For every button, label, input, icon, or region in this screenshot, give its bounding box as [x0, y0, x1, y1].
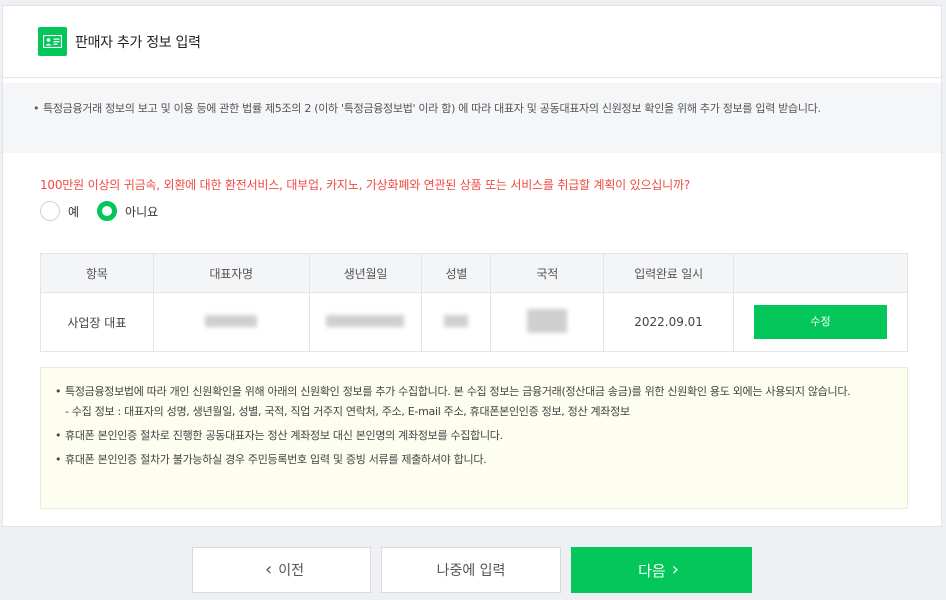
radio-no-label: 아니요: [125, 204, 159, 219]
seller-info-card: 판매자 추가 정보 입력 • 특정금융거래 정보의 보고 및 이용 등에 관한 …: [2, 5, 942, 527]
id-card-icon: [38, 27, 67, 56]
cell-nationality-redacted: [490, 292, 605, 352]
guide-bullet: •: [55, 453, 62, 466]
cell-action: 수정: [733, 292, 908, 352]
guide-box: • 특정금융정보법에 따라 개인 신원확인을 위해 아래의 신원확인 정보를 추…: [40, 367, 908, 509]
radio-yes[interactable]: 예: [40, 201, 79, 221]
next-button[interactable]: 다음 ›: [571, 547, 752, 593]
column-header-nationality: 국적: [490, 253, 605, 293]
guide-item-1-sub: - 수집 정보 : 대표자의 성명, 생년월일, 성별, 국적, 직업 거주지 …: [65, 405, 630, 418]
enter-later-button[interactable]: 나중에 입력: [381, 547, 561, 593]
cell-name-redacted: [152, 292, 310, 352]
cell-birthdate-redacted: [308, 292, 423, 352]
table-header-row: 항목 대표자명 생년월일 성별 국적 입력완료 일시: [40, 253, 908, 293]
column-header-item: 항목: [40, 253, 154, 293]
column-header-name: 대표자명: [152, 253, 310, 293]
guide-item-1: 특정금융정보법에 따라 개인 신원확인을 위해 아래의 신원확인 정보를 추가 …: [65, 385, 851, 398]
notice-text: 특정금융거래 정보의 보고 및 이용 등에 관한 법률 제5조의 2 (이하 '…: [43, 102, 821, 115]
guide-item-2: 휴대폰 본인인증 절차로 진행한 공동대표자는 정산 계좌정보 대신 본인명의 …: [65, 429, 503, 442]
legal-notice: • 특정금융거래 정보의 보고 및 이용 등에 관한 법률 제5조의 2 (이하…: [3, 83, 941, 153]
card-header: 판매자 추가 정보 입력: [3, 6, 941, 78]
business-question: 100만원 이상의 귀금속, 외환에 대한 환전서비스, 대부업, 카지노, 가…: [40, 178, 690, 192]
guide-item-3: 휴대폰 본인인증 절차가 불가능하실 경우 주민등록번호 입력 및 증빙 서류를…: [65, 453, 487, 466]
prev-button-label: 이전: [278, 563, 304, 579]
guide-item: • 휴대폰 본인인증 절차로 진행한 공동대표자는 정산 계좌정보 대신 본인명…: [55, 426, 887, 446]
edit-button[interactable]: 수정: [754, 305, 888, 339]
redacted-nationality: [527, 308, 568, 333]
page-title: 판매자 추가 정보 입력: [75, 34, 201, 51]
column-header-gender: 성별: [421, 253, 492, 293]
next-button-label: 다음: [638, 561, 666, 580]
guide-bullet: •: [55, 385, 62, 398]
radio-yes-label: 예: [68, 204, 80, 219]
question-radio-group: 예 아니요: [40, 201, 176, 221]
chevron-left-icon: ‹: [265, 559, 273, 580]
representative-table: 항목 대표자명 생년월일 성별 국적 입력완료 일시 사업장 대표 2022.0…: [40, 253, 908, 352]
column-header-action: [733, 253, 908, 293]
redacted-gender: [444, 314, 469, 327]
redacted-birthdate: [326, 314, 405, 327]
cell-completed-date: 2022.09.01: [603, 292, 735, 352]
guide-item: • 특정금융정보법에 따라 개인 신원확인을 위해 아래의 신원확인 정보를 추…: [55, 382, 887, 402]
chevron-right-icon: ›: [671, 559, 679, 580]
guide-item: • 휴대폰 본인인증 절차가 불가능하실 경우 주민등록번호 입력 및 증빙 서…: [55, 450, 887, 470]
radio-unchecked-icon[interactable]: [40, 201, 60, 221]
column-header-birthdate: 생년월일: [308, 253, 423, 293]
enter-later-label: 나중에 입력: [436, 563, 506, 579]
cell-gender-redacted: [421, 292, 492, 352]
redacted-name: [205, 314, 258, 327]
notice-bullet: •: [33, 102, 40, 115]
column-header-completed-date: 입력완료 일시: [603, 253, 735, 293]
cell-item: 사업장 대표: [40, 292, 154, 352]
radio-no[interactable]: 아니요: [97, 201, 158, 221]
table-row: 사업장 대표 2022.09.01 수정: [40, 292, 908, 352]
radio-checked-icon[interactable]: [97, 201, 118, 221]
prev-button[interactable]: ‹ 이전: [192, 547, 371, 593]
guide-bullet: •: [55, 429, 62, 442]
